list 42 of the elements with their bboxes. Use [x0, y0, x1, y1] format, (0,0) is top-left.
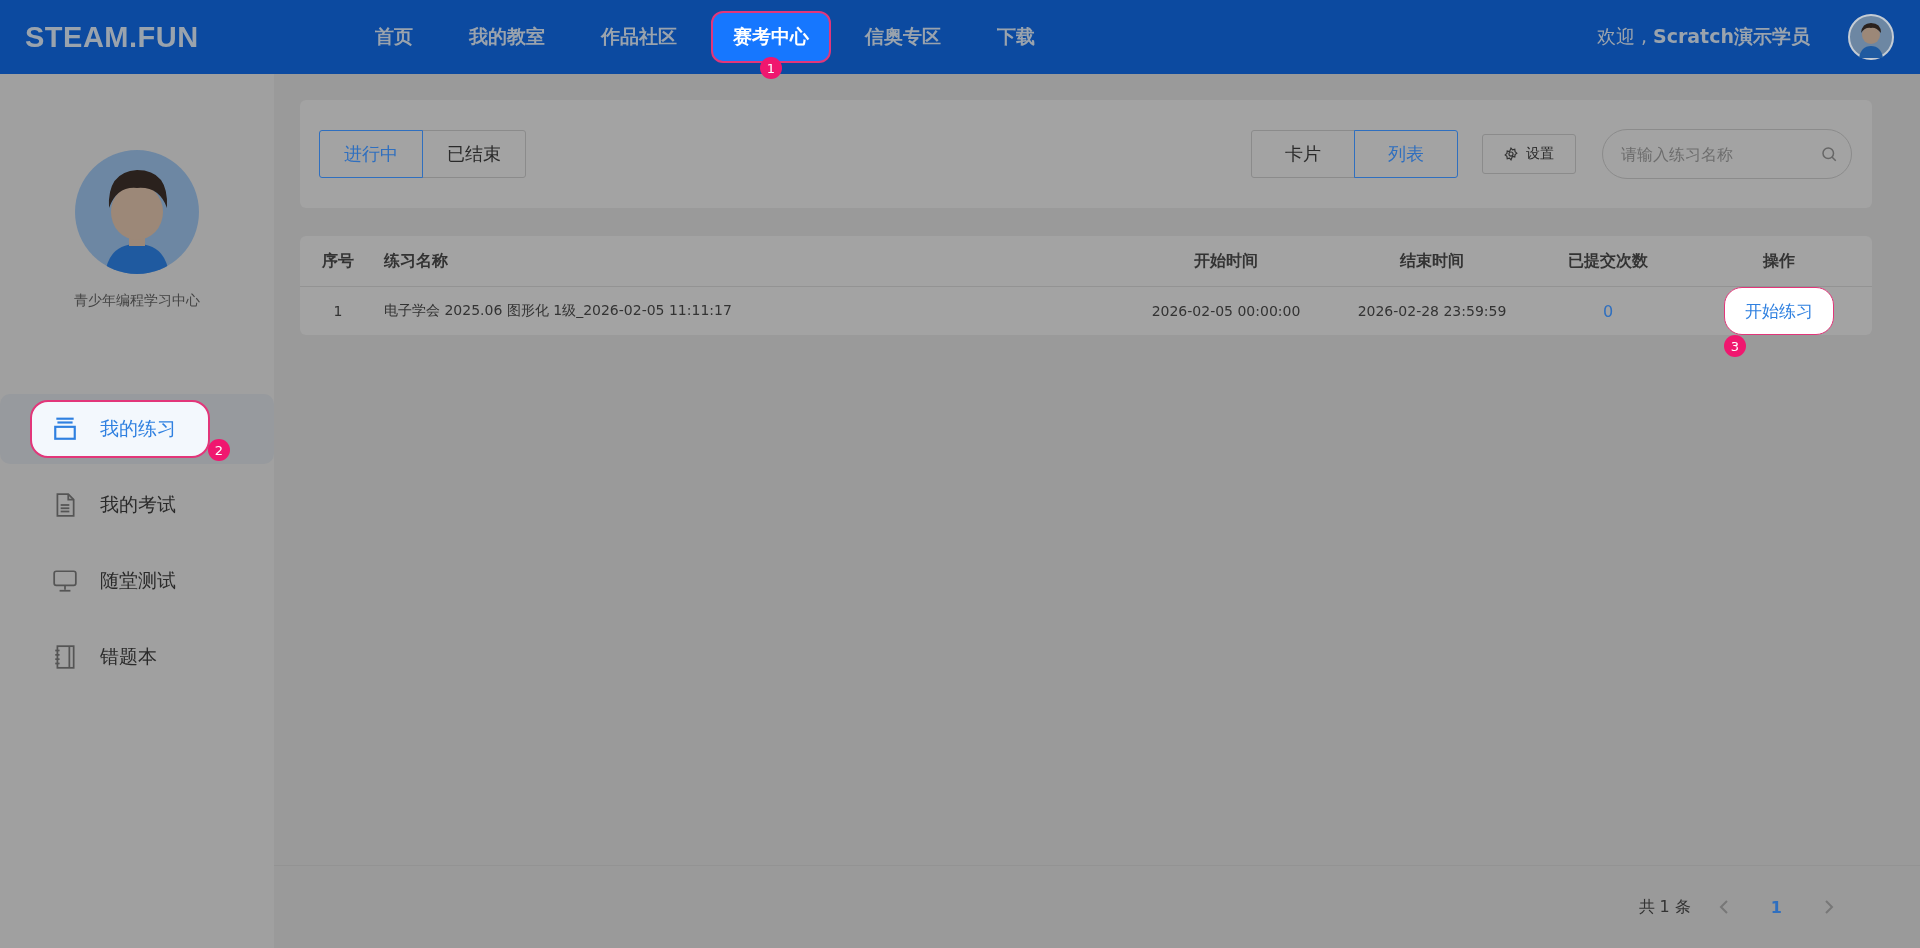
column-header: 已提交次数 — [1530, 236, 1686, 287]
nav-tab[interactable]: 作品社区 — [579, 11, 699, 63]
view-tab[interactable]: 列表 — [1354, 130, 1458, 178]
welcome-text: 欢迎 , Scratch演示学员 — [1596, 24, 1810, 49]
nav-tab[interactable]: 赛考中心 — [711, 11, 831, 63]
column-header: 操作 — [1686, 236, 1872, 287]
search-icon[interactable] — [1820, 145, 1838, 163]
nav-tab[interactable]: 首页 — [353, 11, 435, 63]
table-cell: 电子学会 2025.06 图形化 1级_2026-02-05 11:11:17 — [376, 286, 1118, 335]
tray-icon — [52, 416, 78, 442]
view-tab[interactable]: 卡片 — [1251, 130, 1355, 178]
next-page-icon[interactable] — [1824, 899, 1834, 915]
sidebar-item[interactable]: 随堂测试 — [30, 552, 210, 610]
settings-icon — [1504, 147, 1518, 161]
total-count: 共 1 条 — [1638, 896, 1691, 918]
step-number-badge: 2 — [208, 439, 230, 461]
avatar-icon[interactable] — [1848, 14, 1894, 60]
step-number-badge: 1 — [760, 57, 782, 79]
table-cell: 2026-02-05 00:00:00 — [1118, 286, 1334, 335]
notebook-icon — [52, 644, 78, 670]
nav-tab[interactable]: 我的教室 — [447, 11, 567, 63]
start-practice-button[interactable]: 开始练习 — [1724, 287, 1834, 335]
table-cell: 2026-02-28 23:59:59 — [1334, 286, 1530, 335]
status-tab[interactable]: 进行中 — [319, 130, 423, 178]
nav-tab[interactable]: 下载 — [975, 11, 1057, 63]
column-header: 结束时间 — [1334, 236, 1530, 287]
step-number-badge: 3 — [1724, 335, 1746, 357]
sidebar-item[interactable]: 错题本 — [30, 628, 191, 686]
monitor-icon — [52, 568, 78, 594]
previous-page-icon[interactable] — [1718, 899, 1729, 915]
table-cell: 1 — [300, 286, 376, 335]
settings-button[interactable]: 设置 — [1482, 134, 1576, 174]
org-name: 青少年编程学习中心 — [74, 292, 200, 310]
column-header: 练习名称 — [376, 236, 1118, 287]
sidebar-item[interactable]: 我的练习 — [30, 400, 210, 458]
logo-text: STEAM.FUN — [25, 20, 200, 54]
sidebar-item[interactable]: 我的考试 — [30, 476, 210, 534]
column-header: 序号 — [300, 236, 376, 287]
table-cell: 0 — [1530, 286, 1686, 335]
column-header: 开始时间 — [1118, 236, 1334, 287]
status-tab[interactable]: 已结束 — [422, 130, 526, 178]
nav-tab[interactable]: 信奥专区 — [843, 11, 963, 63]
